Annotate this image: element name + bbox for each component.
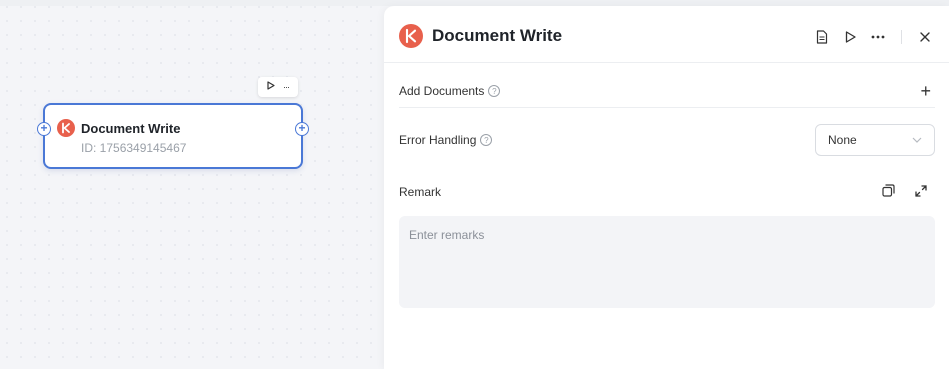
panel-header-actions	[803, 28, 934, 46]
error-handling-label: Error Handling	[399, 133, 477, 147]
node-run-button[interactable]	[267, 81, 275, 93]
brand-logo-icon	[399, 24, 423, 48]
help-icon[interactable]: ?	[480, 134, 493, 146]
brand-logo-icon	[57, 119, 75, 137]
expand-icon[interactable]	[915, 184, 927, 202]
node-input-handle[interactable]: +	[37, 122, 51, 136]
play-icon[interactable]	[841, 28, 859, 46]
divider	[384, 62, 949, 63]
panel-title: Document Write	[432, 26, 563, 45]
error-handling-row: Error Handling ?	[399, 133, 493, 147]
node-title: Document Write	[81, 120, 181, 136]
close-icon[interactable]	[916, 28, 934, 46]
help-icon[interactable]: ?	[488, 85, 501, 97]
remark-row: Remark	[399, 185, 441, 199]
node-title-row: Document Write	[57, 119, 180, 137]
remark-textarea[interactable]	[399, 216, 935, 308]
chevron-down-icon	[912, 137, 922, 143]
document-icon[interactable]	[813, 28, 831, 46]
more-icon[interactable]	[869, 28, 887, 46]
add-document-button[interactable]: +	[920, 82, 931, 100]
play-icon	[267, 81, 275, 90]
copy-icon[interactable]	[882, 184, 895, 202]
divider	[399, 107, 935, 108]
panel-header: Document Write	[399, 24, 562, 48]
error-handling-value: None	[828, 133, 857, 147]
add-documents-label: Add Documents	[399, 84, 485, 98]
node-config-panel: Document Write Add Documents ? + Error H…	[384, 6, 949, 369]
error-handling-select[interactable]: None	[815, 124, 935, 156]
node-more-button[interactable]: ···	[283, 82, 290, 92]
workflow-canvas[interactable]	[0, 0, 384, 369]
node-id: ID: 1756349145467	[81, 141, 187, 155]
node-toolbar: ···	[258, 77, 298, 97]
header-divider	[901, 30, 902, 44]
remark-tools	[882, 184, 927, 202]
workflow-node-document-write[interactable]: Document Write ID: 1756349145467	[43, 103, 303, 169]
remark-label: Remark	[399, 185, 442, 199]
add-documents-row: Add Documents ?	[399, 84, 501, 98]
node-output-handle[interactable]: +	[295, 122, 309, 136]
